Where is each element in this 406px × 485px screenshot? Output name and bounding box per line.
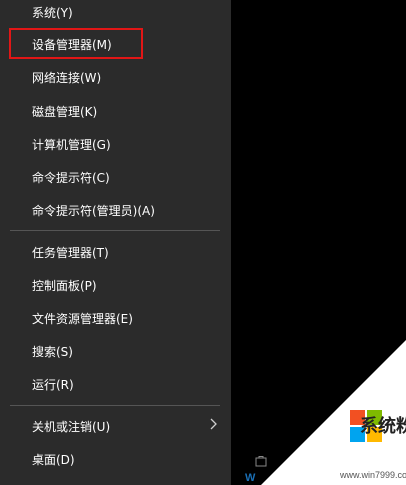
- context-menu: 系统(Y) 设备管理器(M) 网络连接(W) 磁盘管理(K) 计算机管理(G) …: [0, 0, 231, 485]
- menu-item-computer-management[interactable]: 计算机管理(G): [32, 133, 111, 157]
- menu-item-command-prompt-admin[interactable]: 命令提示符(管理员)(A): [32, 199, 155, 223]
- watermark-logo-text: 系统粉: [360, 416, 406, 437]
- menu-item-shutdown-signout[interactable]: 关机或注销(U): [32, 415, 110, 439]
- menu-item-task-manager[interactable]: 任务管理器(T): [32, 241, 109, 265]
- menu-item-system[interactable]: 系统(Y): [32, 1, 73, 25]
- menu-separator: [10, 230, 220, 231]
- menu-item-control-panel[interactable]: 控制面板(P): [32, 274, 97, 298]
- menu-item-search[interactable]: 搜索(S): [32, 340, 73, 364]
- menu-separator: [10, 405, 220, 406]
- highlight-box: [9, 28, 143, 59]
- watermark-url: www.win7999.com: [340, 470, 406, 480]
- menu-item-network-connections[interactable]: 网络连接(W): [32, 66, 101, 90]
- menu-item-run[interactable]: 运行(R): [32, 373, 74, 397]
- menu-item-desktop[interactable]: 桌面(D): [32, 448, 75, 472]
- menu-item-command-prompt[interactable]: 命令提示符(C): [32, 166, 110, 190]
- chevron-right-icon: [210, 418, 217, 430]
- watermark-letter-w: W: [245, 472, 256, 484]
- menu-item-disk-management[interactable]: 磁盘管理(K): [32, 100, 97, 124]
- menu-item-file-explorer[interactable]: 文件资源管理器(E): [32, 307, 133, 331]
- store-icon: [255, 456, 267, 467]
